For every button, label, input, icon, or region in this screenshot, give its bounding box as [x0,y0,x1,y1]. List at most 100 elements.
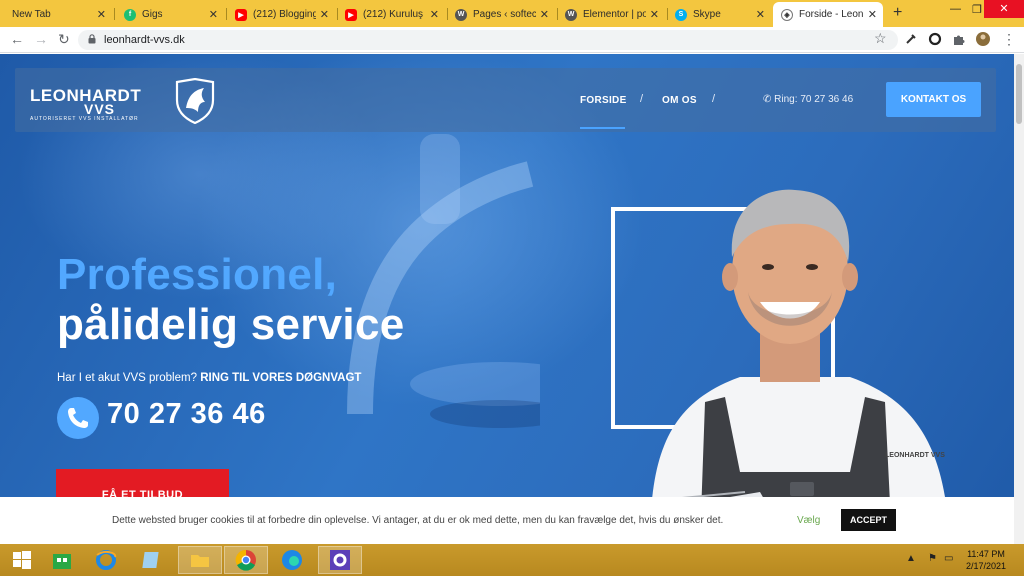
kontakt-os-button[interactable]: KONTAKT OS [886,82,981,117]
tab-forside-active[interactable]: ◈ Forside - Leonh ✕ [773,2,883,27]
close-tab-icon[interactable]: ✕ [868,8,877,21]
sync-extension-icon[interactable] [928,32,942,46]
edge-icon [282,550,302,570]
taskbar-chrome[interactable] [224,546,268,574]
taskbar-store[interactable] [40,546,84,574]
profile-avatar-icon[interactable] [976,32,990,46]
ring-number: 70 27 36 46 [800,94,854,105]
tab-title: New Tab [12,9,51,20]
site-logo[interactable]: LEONHARDT VVS AUTORISERET VVS INSTALLATØ… [30,78,220,126]
plumber-photo: LEONHARDT VVS [639,189,950,544]
youtube-icon: ▶ [235,8,247,21]
tab-title: Elementor | por [583,9,646,20]
tab-youtube-kurulus[interactable]: ▶ (212) Kuruluş O ✕ [337,2,445,27]
skype-icon: S [675,8,687,21]
tab-skype[interactable]: S Skype ✕ [667,2,771,27]
ring-label: Ring: [774,94,798,105]
hero-phone-number[interactable]: 70 27 36 46 [107,398,266,431]
screen: New Tab ✕ f Gigs ✕ ▶ (212) Blogging ✕ ▶ … [0,0,1024,576]
close-tab-icon[interactable]: ✕ [650,8,659,21]
logo-tagline: AUTORISERET VVS INSTALLATØR [30,116,139,122]
tab-title: (212) Kuruluş O [363,9,426,20]
close-tab-icon[interactable]: ✕ [540,8,549,21]
chrome-icon [235,549,256,571]
lock-icon [88,34,96,44]
close-tab-icon[interactable]: ✕ [756,8,765,21]
system-clock[interactable]: 11:47 PM 2/17/2021 [966,548,1006,572]
browser-menu-icon[interactable]: ⋮ [1002,31,1016,48]
taskbar-notepad[interactable] [130,546,174,574]
nav-separator: / [640,93,644,105]
tab-title: (212) Blogging [253,9,316,20]
fiverr-icon: f [124,8,136,21]
url-text: leonhardt-vvs.dk [104,34,185,46]
restore-icon[interactable]: ❐ [972,3,982,16]
leonhardt-icon: ◈ [781,8,793,21]
cookie-accept-button[interactable]: ACCEPT [841,509,896,531]
active-nav-underline [580,127,625,129]
extensions-puzzle-icon[interactable] [952,32,966,46]
close-tab-icon[interactable]: ✕ [430,8,439,21]
tab-gigs[interactable]: f Gigs ✕ [116,2,224,27]
header-phone-link[interactable]: ✆ Ring: 70 27 36 46 [763,94,853,105]
reload-icon[interactable]: ↻ [58,31,70,48]
tab-new-tab[interactable]: New Tab ✕ [4,2,112,27]
folder-icon [191,555,209,567]
cookie-opt-out-link[interactable]: Vælg [797,515,820,526]
clock-date: 2/17/2021 [966,561,1007,571]
tab-title: Skype [693,9,721,20]
new-tab-button[interactable]: + [893,4,902,22]
network-icon[interactable]: ▭ [944,553,953,564]
logo-subtext: VVS [84,101,116,117]
wordpress-icon: W [565,8,577,21]
subtitle-plain: Har I et akut VVS problem? [57,372,197,384]
phone-circle-icon[interactable] [57,397,99,439]
shirt-logo-text: LEONHARDT VVS [885,452,945,459]
window-close-button[interactable]: ✕ [984,0,1024,18]
taskbar-edge[interactable] [270,546,314,574]
clock-time: 11:47 PM [967,549,1005,559]
taskbar-internet-explorer[interactable] [84,546,128,574]
close-tab-icon[interactable]: ✕ [320,8,329,21]
nav-separator: / [712,93,716,105]
hero-title-line1: Professionel, [57,250,338,299]
forward-icon[interactable]: → [34,31,48,47]
nav-om-os[interactable]: OM OS [662,95,697,106]
tab-title: Gigs [142,9,163,20]
tab-pages[interactable]: W Pages ‹ softech ✕ [447,2,555,27]
close-tab-icon[interactable]: ✕ [209,8,218,21]
taskbar-file-explorer[interactable] [178,546,222,574]
hero-subtitle: Har I et akut VVS problem? RING TIL VORE… [57,372,361,384]
tray-chevron-icon[interactable]: ▲ [906,553,916,564]
start-button[interactable] [0,546,44,574]
close-tab-icon[interactable]: ✕ [97,8,106,21]
tab-title: Forside - Leonh [799,9,864,20]
cookie-banner: Dette websted bruger cookies til at forb… [0,497,1014,544]
site-header: LEONHARDT VVS AUTORISERET VVS INSTALLATØ… [15,68,996,132]
windows-logo-icon [13,551,31,569]
hero-title-line2: pålidelig service [57,300,405,349]
bookmark-star-icon[interactable]: ☆ [874,30,887,47]
windows-taskbar: ▲ ⚑ ▭ 11:47 PM 2/17/2021 [0,544,1024,576]
flag-icon[interactable]: ⚑ [928,553,937,564]
notepad-icon [142,552,159,568]
nav-forside[interactable]: FORSIDE [580,95,627,106]
scrollbar-thumb[interactable] [1016,64,1022,124]
tab-elementor[interactable]: W Elementor | por ✕ [557,2,665,27]
taskbar-settings-app[interactable] [318,546,362,574]
tab-youtube-blogging[interactable]: ▶ (212) Blogging ✕ [227,2,335,27]
minimize-icon[interactable]: — [950,3,961,15]
browser-toolbar: ← → ↻ leonhardt-vvs.dk ☆ ⋮ [0,27,1024,53]
eyedropper-extension-icon[interactable] [904,32,918,46]
griffin-shield-icon [175,78,215,124]
back-icon[interactable]: ← [10,31,24,47]
phone-icon: ✆ [763,94,772,105]
page-scrollbar[interactable] [1014,54,1024,544]
address-bar[interactable]: leonhardt-vvs.dk [78,30,898,50]
browser-tab-strip: New Tab ✕ f Gigs ✕ ▶ (212) Blogging ✕ ▶ … [0,0,1024,27]
subtitle-bold: RING TIL VORES DØGNVAGT [200,372,362,384]
youtube-icon: ▶ [345,8,357,21]
gear-icon [330,550,350,570]
wordpress-icon: W [455,8,467,21]
tab-title: Pages ‹ softech [473,9,536,20]
